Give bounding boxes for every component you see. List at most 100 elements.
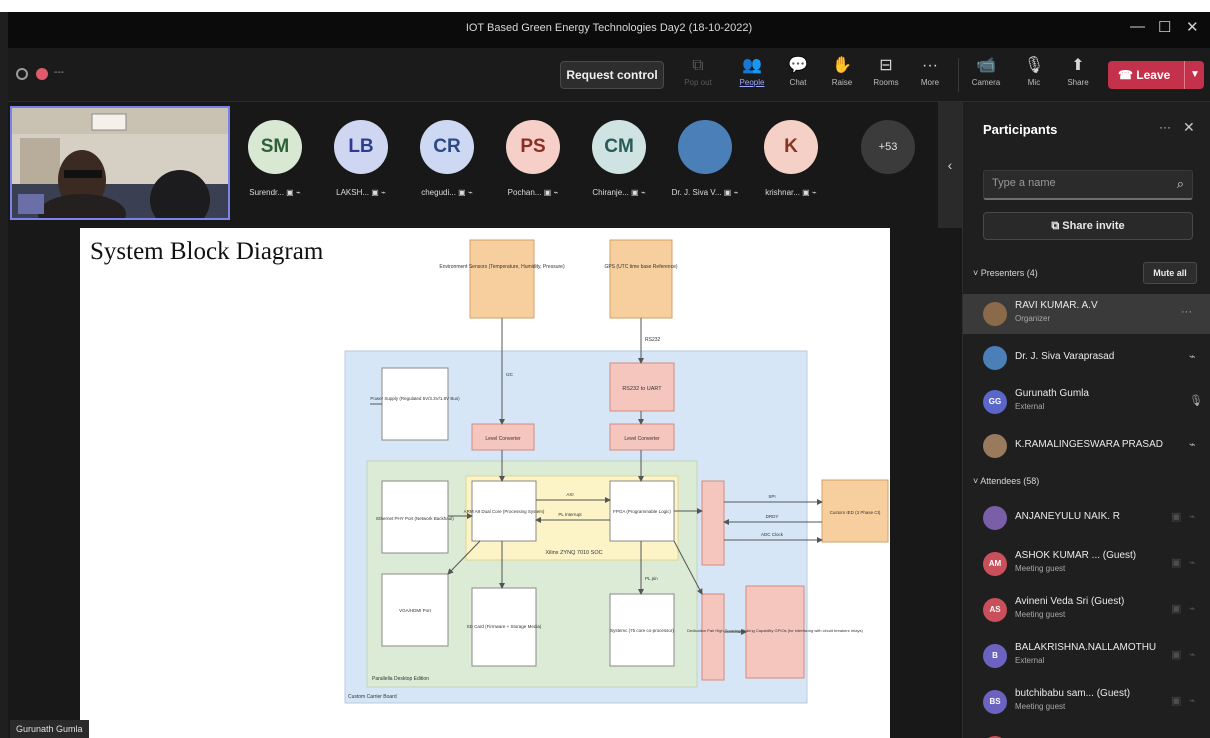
mic-off-icon: 🎙 — [1023, 57, 1045, 74]
presenters-header[interactable]: ˅ Presenters (4) — [973, 268, 1038, 278]
participant-tile[interactable]: LB LAKSH... ▣ ⌁ — [320, 120, 402, 197]
participant-tile[interactable]: Dr. J. Siva V... ▣ ⌁ — [664, 120, 746, 197]
participant-role: Organizer — [1015, 314, 1051, 323]
participant-row[interactable]: AM ASHOK KUMAR ... (Guest) Meeting guest ▣ ⌁ — [963, 544, 1210, 584]
maximize-button[interactable]: ☐ — [1158, 18, 1171, 36]
gps-block — [609, 239, 673, 319]
camera-button[interactable]: 📹 Camera — [968, 54, 1004, 98]
mute-all-button[interactable]: Mute all — [1143, 262, 1197, 284]
avatar: CM — [592, 120, 646, 174]
participant-row[interactable]: Dr. J. Siva Varaprasad ⌁ — [963, 338, 1210, 378]
level-converter-v2 — [701, 593, 725, 681]
avatar: B — [983, 644, 1007, 668]
participant-name: Dr. J. Siva Varaprasad — [1015, 351, 1115, 362]
ellipsis-icon: ··· — [922, 57, 938, 74]
chat-icon: 💬 — [788, 57, 808, 74]
avatar: K — [764, 120, 818, 174]
share-tray-icon: ⬆ — [1071, 57, 1085, 74]
ellipsis-icon[interactable]: ··· — [1159, 120, 1171, 134]
participant-tile[interactable]: CR chegudi... ▣ ⌁ — [406, 120, 488, 197]
raise-hand-button[interactable]: ✋ Raise — [824, 54, 860, 98]
participant-name: Avineni Veda Sri (Guest) — [1015, 596, 1125, 607]
participant-row[interactable]: GG Gurunath Gumla External 🎙 — [963, 382, 1210, 422]
chevron-left-icon: ‹ — [947, 157, 953, 173]
mic-off-icon: ⌁ — [1189, 557, 1196, 569]
participant-row[interactable]: B BALAKRISHNA.NALLAMOTHU External ▣ ⌁ — [963, 636, 1210, 676]
participant-name: chegudi... ▣ ⌁ — [421, 188, 473, 197]
meeting-timer: --- — [54, 67, 64, 78]
rooms-button[interactable]: ⊟ Rooms — [868, 54, 904, 98]
meeting-toolbar: --- Request control ⧉ Pop out 👥 People 💬… — [8, 48, 1210, 102]
close-button[interactable]: ✕ — [1186, 18, 1199, 36]
camera-off-icon: ▣ — [1171, 695, 1182, 707]
participant-row[interactable]: ANJANEYULU NAIK. R ▣ ⌁ — [963, 498, 1210, 538]
title-bar: IOT Based Green Energy Technologies Day2… — [8, 12, 1210, 48]
mic-off-icon: 🎙 — [1189, 395, 1203, 407]
participant-row[interactable]: RAVI KUMAR. A.V Organizer ··· — [963, 294, 1210, 334]
mic-off-icon: ▣ ⌁ — [455, 188, 473, 197]
chevron-down-icon[interactable]: ▼ — [1190, 61, 1200, 89]
rooms-icon: ⊟ — [879, 57, 893, 74]
request-control-button[interactable]: Request control — [560, 61, 664, 89]
avatar: PS — [506, 120, 560, 174]
video-tile[interactable] — [10, 106, 230, 220]
self-name-tag: Gurunath Gumla — [10, 720, 89, 738]
fpga-label: FPGA (Programmable Logic) — [613, 509, 671, 514]
participants-panel: Participants ··· ✕ ⌕ ⧉ Share invite ˅ Pr… — [962, 102, 1210, 738]
search-field[interactable]: ⌕ — [983, 170, 1193, 200]
participant-row[interactable]: AS Avineni Veda Sri (Guest) Meeting guest ▣… — [963, 590, 1210, 630]
participant-tile[interactable]: SM Surendr... ▣ ⌁ — [234, 120, 316, 197]
mic-off-icon: ▣ ⌁ — [283, 188, 301, 197]
participant-tile[interactable]: Kkrishnar... ▣ ⌁ — [750, 120, 832, 197]
ellipsis-icon[interactable]: ··· — [1181, 306, 1192, 318]
mic-button[interactable]: 🎙 Mic — [1016, 54, 1052, 98]
carrier-label: Custom Carrier Board — [348, 694, 397, 700]
mic-off-icon: ⌁ — [1189, 351, 1196, 363]
pop-out-button[interactable]: ⧉ Pop out — [680, 54, 716, 98]
avatar: AS — [983, 598, 1007, 622]
level2-label: Level Converter — [624, 436, 660, 442]
rs232-uart-label: RS232 to UART — [622, 386, 662, 392]
search-input[interactable] — [992, 177, 1162, 189]
people-button[interactable]: 👥 People — [734, 54, 770, 98]
participant-name: Gurunath Gumla — [1015, 388, 1089, 399]
participant-row[interactable]: Cchaturvedula▣⌁ — [963, 728, 1210, 738]
more-button[interactable]: ··· More — [912, 54, 948, 98]
attendees-header[interactable]: ˅ Attendees (58) — [973, 476, 1039, 486]
more-participants-badge[interactable]: +53 — [861, 120, 915, 174]
participant-name: Surendr... ▣ ⌁ — [249, 188, 301, 197]
mic-off-icon: ⌁ — [1189, 695, 1196, 707]
leave-button[interactable]: ☎ Leave ▼ — [1108, 61, 1204, 89]
minimize-button[interactable]: — — [1130, 18, 1145, 35]
share-button[interactable]: ⬆ Share — [1060, 54, 1096, 98]
share-invite-button[interactable]: ⧉ Share invite — [983, 212, 1193, 240]
participant-role: Meeting guest — [1015, 610, 1066, 619]
participant-name: Chiranje... ▣ ⌁ — [592, 188, 646, 197]
participant-name: krishnar... ▣ ⌁ — [765, 188, 817, 197]
avatar — [983, 346, 1007, 370]
participant-role: External — [1015, 402, 1045, 411]
participant-tile[interactable]: PS Pochan... ▣ ⌁ — [492, 120, 574, 197]
systemc-label: Systemc (75 core co-processor) — [610, 628, 674, 633]
spi-label: SPI — [768, 494, 775, 499]
participant-tile[interactable]: CM Chiranje... ▣ ⌁ — [578, 120, 660, 197]
close-icon[interactable]: ✕ — [1183, 119, 1195, 136]
teams-window: IOT Based Green Energy Technologies Day2… — [0, 0, 1210, 738]
camera-off-icon: ▣ — [1171, 511, 1182, 523]
participant-row[interactable]: BS butchibabu sam... (Guest) Meeting guest… — [963, 682, 1210, 722]
avatar: GG — [983, 390, 1007, 414]
collapse-strip-button[interactable]: ‹ — [938, 102, 962, 228]
participant-row[interactable]: K.RAMALINGESWARA PRASAD ⌁ — [963, 426, 1210, 466]
people-icon: 👥 — [742, 57, 762, 74]
level1-label: Level Converter — [485, 436, 521, 442]
pop-out-icon: ⧉ — [692, 57, 704, 74]
ethernet-label: Ethernet PHY Port (Network Backhaul) — [376, 516, 454, 521]
avatar: BS — [983, 690, 1007, 714]
chat-button[interactable]: 💬 Chat — [780, 54, 816, 98]
block-diagram: Environment Sensors (Temperature, Humidi… — [344, 239, 889, 704]
hdmi-label: VGA/HDMI Port — [399, 608, 432, 613]
pl-interrupt-label: PL Interrupt — [558, 512, 582, 517]
mic-off-icon: ▣ ⌁ — [369, 188, 386, 197]
mic-off-icon: ▣ ⌁ — [799, 188, 817, 197]
adc-clock-label: ADC Clock — [761, 532, 784, 537]
